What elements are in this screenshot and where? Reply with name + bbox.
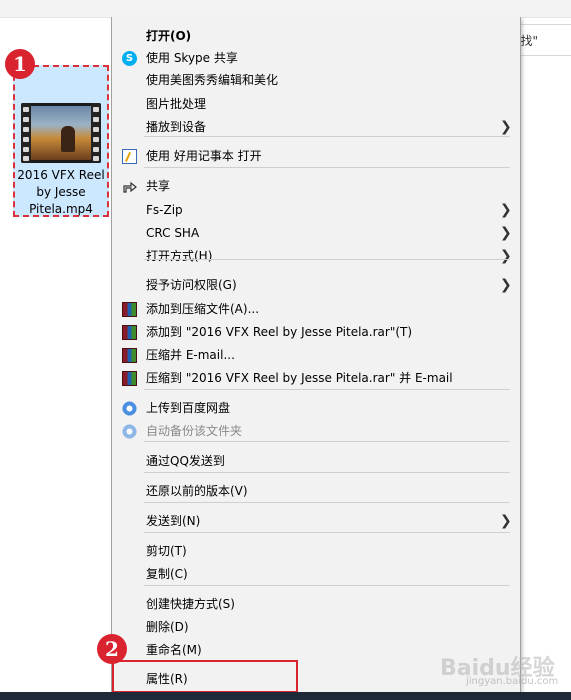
menu-item-label: 还原以前的版本(V) <box>146 484 248 498</box>
menu-item-label: Fs-Zip <box>146 203 183 217</box>
menu-separator <box>144 389 510 390</box>
menu-separator <box>144 441 510 442</box>
menu-item-7[interactable]: Fs-Zip ❯ <box>112 199 520 222</box>
menu-item-label: 复制(C) <box>146 567 188 581</box>
menu-item-2[interactable]: 使用美图秀秀编辑和美化 <box>112 69 520 92</box>
step-two-badge: 2 <box>97 634 127 664</box>
menu-item-13[interactable]: 压缩并 E-mail... <box>112 344 520 367</box>
menu-item-9[interactable]: 打开方式(H) ❯ <box>112 245 520 268</box>
menu-item-17[interactable]: 通过QQ发送到 <box>112 450 520 473</box>
skype-icon: S <box>122 51 137 66</box>
menu-item-label: 压缩并 E-mail... <box>146 348 235 362</box>
menu-item-5[interactable]: 使用 好用记事本 打开 <box>112 145 520 168</box>
menu-item-label: 使用美图秀秀编辑和美化 <box>146 73 279 87</box>
winrar-icon <box>122 325 137 340</box>
menu-item-22[interactable]: 创建快捷方式(S) <box>112 593 520 616</box>
menu-item-label: 发送到(N) <box>146 514 201 528</box>
baidu-cloud-icon <box>122 424 137 439</box>
menu-item-12[interactable]: 添加到 "2016 VFX Reel by Jesse Pitela.rar"(… <box>112 321 520 344</box>
menu-separator <box>144 259 510 260</box>
menu-item-21[interactable]: 复制(C) <box>112 563 520 586</box>
menu-separator <box>144 472 510 473</box>
step-one-badge: 1 <box>5 49 35 79</box>
menu-separator <box>144 167 510 168</box>
file-name-label: 2016 VFX Reel by Jesse Pitela.mp4 <box>17 168 105 216</box>
notepad-icon <box>122 149 137 164</box>
menu-item-19[interactable]: 发送到(N) ❯ <box>112 510 520 533</box>
menu-item-label: 使用 Skype 共享 <box>146 51 238 65</box>
menu-item-label: 共享 <box>146 179 171 193</box>
menu-separator <box>144 585 510 586</box>
menu-item-label: 剪切(T) <box>146 544 187 558</box>
context-menu: 打开(O) S 使用 Skype 共享 使用美图秀秀编辑和美化 图片批处理 播放到设备 ❯ 使… <box>111 17 521 700</box>
chevron-right-icon: ❯ <box>500 513 512 529</box>
chevron-right-icon: ❯ <box>500 277 512 293</box>
menu-item-label: 打开(O) <box>146 29 192 43</box>
watermark-url: jingyan.baidu.com <box>466 676 559 687</box>
properties-highlight-box <box>112 660 298 693</box>
menu-item-label: 授予访问权限(G) <box>146 278 237 292</box>
menu-item-label: 压缩到 "2016 VFX Reel by Jesse Pitela.rar" … <box>146 371 453 385</box>
menu-item-label: 自动备份该文件夹 <box>146 424 243 438</box>
menu-item-label: 创建快捷方式(S) <box>146 597 235 611</box>
chevron-right-icon: ❯ <box>500 225 512 241</box>
chevron-right-icon: ❯ <box>500 248 512 264</box>
menu-item-1[interactable]: S 使用 Skype 共享 <box>112 47 520 70</box>
menu-item-label: 通过QQ发送到 <box>146 454 225 468</box>
menu-item-label: 使用 好用记事本 打开 <box>146 149 262 163</box>
menu-item-18[interactable]: 还原以前的版本(V) <box>112 480 520 503</box>
menu-item-6[interactable]: 共享 <box>112 175 520 198</box>
winrar-icon <box>122 348 137 363</box>
menu-item-10[interactable]: 授予访问权限(G) ❯ <box>112 274 520 297</box>
share-icon <box>122 179 137 194</box>
menu-item-label: 删除(D) <box>146 620 189 634</box>
menu-item-label: CRC SHA <box>146 226 200 240</box>
menu-item-label: 添加到 "2016 VFX Reel by Jesse Pitela.rar"(… <box>146 325 413 339</box>
menu-item-0[interactable]: 打开(O) <box>112 25 520 48</box>
menu-item-label: 重命名(M) <box>146 643 202 657</box>
menu-item-16: 自动备份该文件夹 <box>112 420 520 443</box>
menu-item-label: 图片批处理 <box>146 97 207 111</box>
menu-item-20[interactable]: 剪切(T) <box>112 540 520 563</box>
baidu-cloud-icon <box>122 401 137 416</box>
video-thumbnail <box>21 103 101 163</box>
menu-item-label: 上传到百度网盘 <box>146 401 231 415</box>
explorer-toolbar <box>0 0 571 18</box>
menu-item-14[interactable]: 压缩到 "2016 VFX Reel by Jesse Pitela.rar" … <box>112 367 520 390</box>
menu-separator <box>144 136 510 137</box>
winrar-icon <box>122 302 137 317</box>
menu-item-label: 打开方式(H) <box>146 249 213 263</box>
menu-item-11[interactable]: 添加到压缩文件(A)... <box>112 298 520 321</box>
taskbar <box>0 692 571 700</box>
menu-item-label: 添加到压缩文件(A)... <box>146 302 260 316</box>
file-item-selected[interactable]: 2016 VFX Reel by Jesse Pitela.mp4 <box>13 65 109 217</box>
menu-item-23[interactable]: 删除(D) <box>112 616 520 639</box>
chevron-right-icon: ❯ <box>500 202 512 218</box>
menu-separator <box>144 502 510 503</box>
menu-separator <box>144 532 510 533</box>
menu-item-15[interactable]: 上传到百度网盘 <box>112 397 520 420</box>
menu-item-3[interactable]: 图片批处理 <box>112 93 520 116</box>
menu-item-8[interactable]: CRC SHA ❯ <box>112 222 520 245</box>
winrar-icon <box>122 371 137 386</box>
